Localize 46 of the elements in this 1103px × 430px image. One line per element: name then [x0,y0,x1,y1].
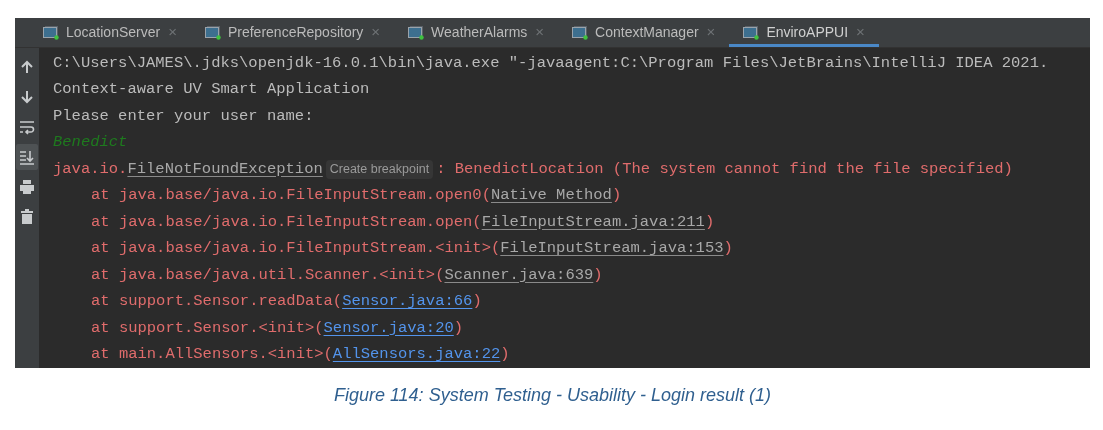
tab[interactable]: PreferenceRepository × [190,18,395,47]
figure-caption: Figure 114: System Testing - Usability - Login result (1) [333,384,772,407]
tab[interactable]: LocationServer × [29,18,191,47]
trash-icon [19,209,35,225]
console-text: C:\Users\JAMES\.jdks\openjdk-16.0.1\bin\java.exe "-javaagent:C:\Program Files\JetBrains\IntelliJ IDEA 2021. [53,52,1049,74]
error-text: at main.AllSensors.<init>( [91,344,333,366]
error-text: ) [723,238,733,260]
printer-icon [19,179,35,195]
hint-badge: Create breakpoint [325,159,434,179]
source-link[interactable]: FileInputStream.java:211 [481,210,705,234]
error-text: ) [453,317,464,339]
source-link[interactable]: Sensor.java:66 [342,290,473,314]
error-text: ) [611,185,622,207]
console-window-icon [743,25,761,40]
scroll-to-end-button[interactable] [16,144,38,170]
console-window-icon [43,25,60,40]
source-link[interactable]: Sensor.java:20 [323,316,454,340]
source-link[interactable]: FileNotFoundException [127,157,323,181]
scroll-to-end-icon [19,149,35,165]
error-text: at java.base/java.io.FileInputStream.open( [91,211,482,233]
error-text: ) [472,291,482,313]
error-text: at java.base/java.io.FileInputStream.<init>( [91,238,501,260]
console-text: Context-aware UV Smart Application [53,79,370,101]
console-text: Please enter your user name: [53,105,314,127]
error-text: : BenedictLocation (The system cannot find the file specified) [436,158,1013,180]
source-link[interactable]: FileInputStream.java:153 [500,237,724,261]
console-window-icon [572,25,590,40]
down-arrow-icon [19,89,35,105]
error-text: ) [704,211,715,233]
error-text: at java.base/java.io.FileInputStream.open0( [91,185,491,207]
error-text: ) [500,344,510,366]
user-input-text: Benedict [53,132,128,154]
source-link[interactable]: AllSensors.java:22 [332,343,501,367]
error-text: at java.base/java.util.Scanner.<init>( [91,264,445,286]
up-arrow-icon [19,59,35,75]
console-window-icon [408,25,426,40]
error-text: java.io. [53,158,128,180]
console-window-icon [204,25,222,40]
tab[interactable]: ContextManager × [558,18,730,47]
error-text: at support.Sensor.<init>( [91,317,324,339]
source-link[interactable]: Scanner.java:639 [444,263,594,287]
error-text: ) [593,264,603,286]
tab[interactable]: WeatherAlarms × [394,18,559,47]
source-link[interactable]: Native Method [490,184,612,208]
soft-wrap-icon [19,119,35,135]
error-text: at support.Sensor.readData( [91,291,343,313]
